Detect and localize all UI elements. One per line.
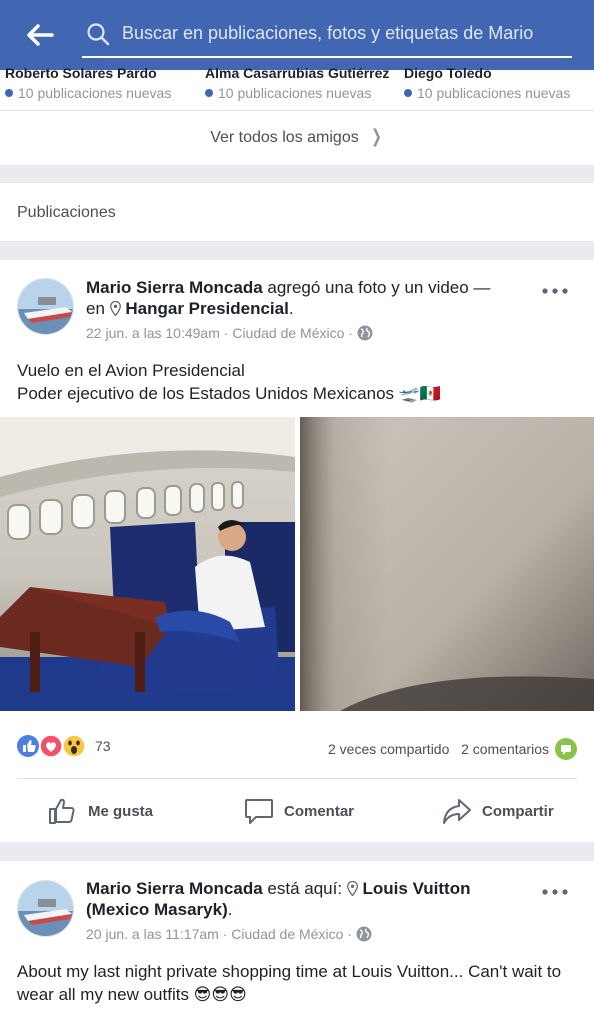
post-text-line: Vuelo en el Avion Presidencial bbox=[17, 361, 245, 380]
comment-badge-icon bbox=[555, 738, 577, 760]
post-header: Mario Sierra Moncada agregó una foto y u… bbox=[86, 277, 506, 319]
new-dot-icon bbox=[5, 89, 13, 97]
reactions-bar[interactable]: 73 2 veces compartido 2 comentarios bbox=[17, 734, 577, 760]
location-pin-icon bbox=[109, 301, 121, 316]
author-name[interactable]: Mario Sierra Moncada bbox=[86, 879, 263, 898]
post-text: About my last night private shopping tim… bbox=[17, 960, 582, 1006]
author-name[interactable]: Mario Sierra Moncada bbox=[86, 278, 263, 297]
more-options-icon[interactable] bbox=[542, 288, 568, 294]
comments-count[interactable]: 2 comentarios bbox=[461, 741, 549, 757]
post-photo[interactable] bbox=[0, 417, 295, 711]
location-pin-icon bbox=[346, 881, 358, 896]
globe-icon bbox=[357, 325, 373, 341]
share-label: Compartir bbox=[482, 803, 554, 820]
thumbs-up-icon bbox=[49, 798, 75, 824]
meta-separator: · bbox=[344, 325, 357, 341]
post-actions: Me gusta Comentar Compartir bbox=[0, 790, 594, 832]
new-dot-icon bbox=[404, 89, 412, 97]
search-input[interactable]: Buscar en publicaciones, fotos y etiquet… bbox=[82, 10, 572, 58]
reaction-count: 73 bbox=[95, 738, 111, 754]
back-arrow-icon[interactable] bbox=[22, 18, 56, 52]
divider bbox=[17, 778, 577, 779]
place-link[interactable]: Hangar Presidencial bbox=[125, 299, 288, 318]
see-all-label: Ver todos los amigos bbox=[210, 129, 359, 146]
post-text: Vuelo en el Avion Presidencial Poder eje… bbox=[17, 359, 582, 405]
post-action-text: está aquí: bbox=[262, 879, 347, 898]
post-date[interactable]: 22 jun. a las 10:49am bbox=[86, 325, 220, 341]
post-video[interactable] bbox=[300, 417, 594, 711]
post-meta: 20 jun. a las 11:17am · Ciudad de México… bbox=[86, 926, 372, 942]
shares-count[interactable]: 2 veces compartido bbox=[328, 741, 449, 757]
top-bar: Buscar en publicaciones, fotos y etiquet… bbox=[0, 0, 594, 70]
post-card: Mario Sierra Moncada está aquí: Louis Vu… bbox=[0, 861, 594, 1024]
friends-strip: Roberto Solares Pardo 10 publicaciones n… bbox=[0, 65, 594, 165]
post-location: Ciudad de México bbox=[231, 926, 344, 942]
comment-label: Comentar bbox=[284, 803, 355, 820]
meta-separator: · bbox=[343, 926, 356, 942]
globe-icon bbox=[356, 926, 372, 942]
meta-separator: · bbox=[219, 325, 233, 341]
see-all-friends-link[interactable]: Ver todos los amigos ❯ bbox=[0, 126, 594, 147]
friend-item[interactable]: Alma Casarrubias Gutiérrez 10 publicacio… bbox=[205, 65, 395, 101]
post-location: Ciudad de México bbox=[232, 325, 345, 341]
friend-item[interactable]: Roberto Solares Pardo 10 publicaciones n… bbox=[5, 65, 195, 101]
divider bbox=[0, 110, 594, 111]
friend-status: 10 publicaciones nuevas bbox=[205, 85, 395, 101]
comment-icon bbox=[245, 799, 273, 824]
place-suffix: . bbox=[288, 299, 294, 318]
section-title: Publicaciones bbox=[17, 204, 116, 221]
like-label: Me gusta bbox=[88, 803, 154, 820]
shares-comments[interactable]: 2 veces compartido 2 comentarios bbox=[328, 738, 577, 760]
place-suffix: . bbox=[227, 900, 233, 919]
share-arrow-icon bbox=[443, 799, 471, 824]
post-text-line: About my last night private shopping tim… bbox=[17, 962, 562, 1004]
meta-separator: · bbox=[218, 926, 232, 942]
chevron-right-icon: ❯ bbox=[370, 126, 382, 146]
post-text-line: Poder ejecutivo de los Estados Unidos Me… bbox=[17, 384, 442, 403]
posts-section-header: Publicaciones bbox=[0, 183, 594, 241]
friend-name: Diego Toledo bbox=[404, 65, 492, 81]
post-meta: 22 jun. a las 10:49am · Ciudad de México… bbox=[86, 325, 373, 341]
post-header: Mario Sierra Moncada está aquí: Louis Vu… bbox=[86, 878, 506, 920]
new-dot-icon bbox=[205, 89, 213, 97]
friend-item[interactable]: Diego Toledo 10 publicaciones nuevas bbox=[404, 65, 594, 101]
friend-status: 10 publicaciones nuevas bbox=[5, 85, 195, 101]
friend-name: Roberto Solares Pardo bbox=[5, 65, 157, 81]
search-icon bbox=[87, 23, 110, 46]
post-date[interactable]: 20 jun. a las 11:17am bbox=[86, 926, 219, 942]
more-options-icon[interactable] bbox=[542, 889, 568, 895]
friend-status: 10 publicaciones nuevas bbox=[404, 85, 594, 101]
post-card: Mario Sierra Moncada agregó una foto y u… bbox=[0, 260, 594, 842]
search-placeholder: Buscar en publicaciones, fotos y etiquet… bbox=[122, 23, 534, 43]
avatar[interactable] bbox=[17, 880, 74, 937]
avatar[interactable] bbox=[17, 278, 74, 335]
reaction-icons bbox=[17, 734, 86, 758]
friend-name: Alma Casarrubias Gutiérrez bbox=[205, 65, 390, 81]
